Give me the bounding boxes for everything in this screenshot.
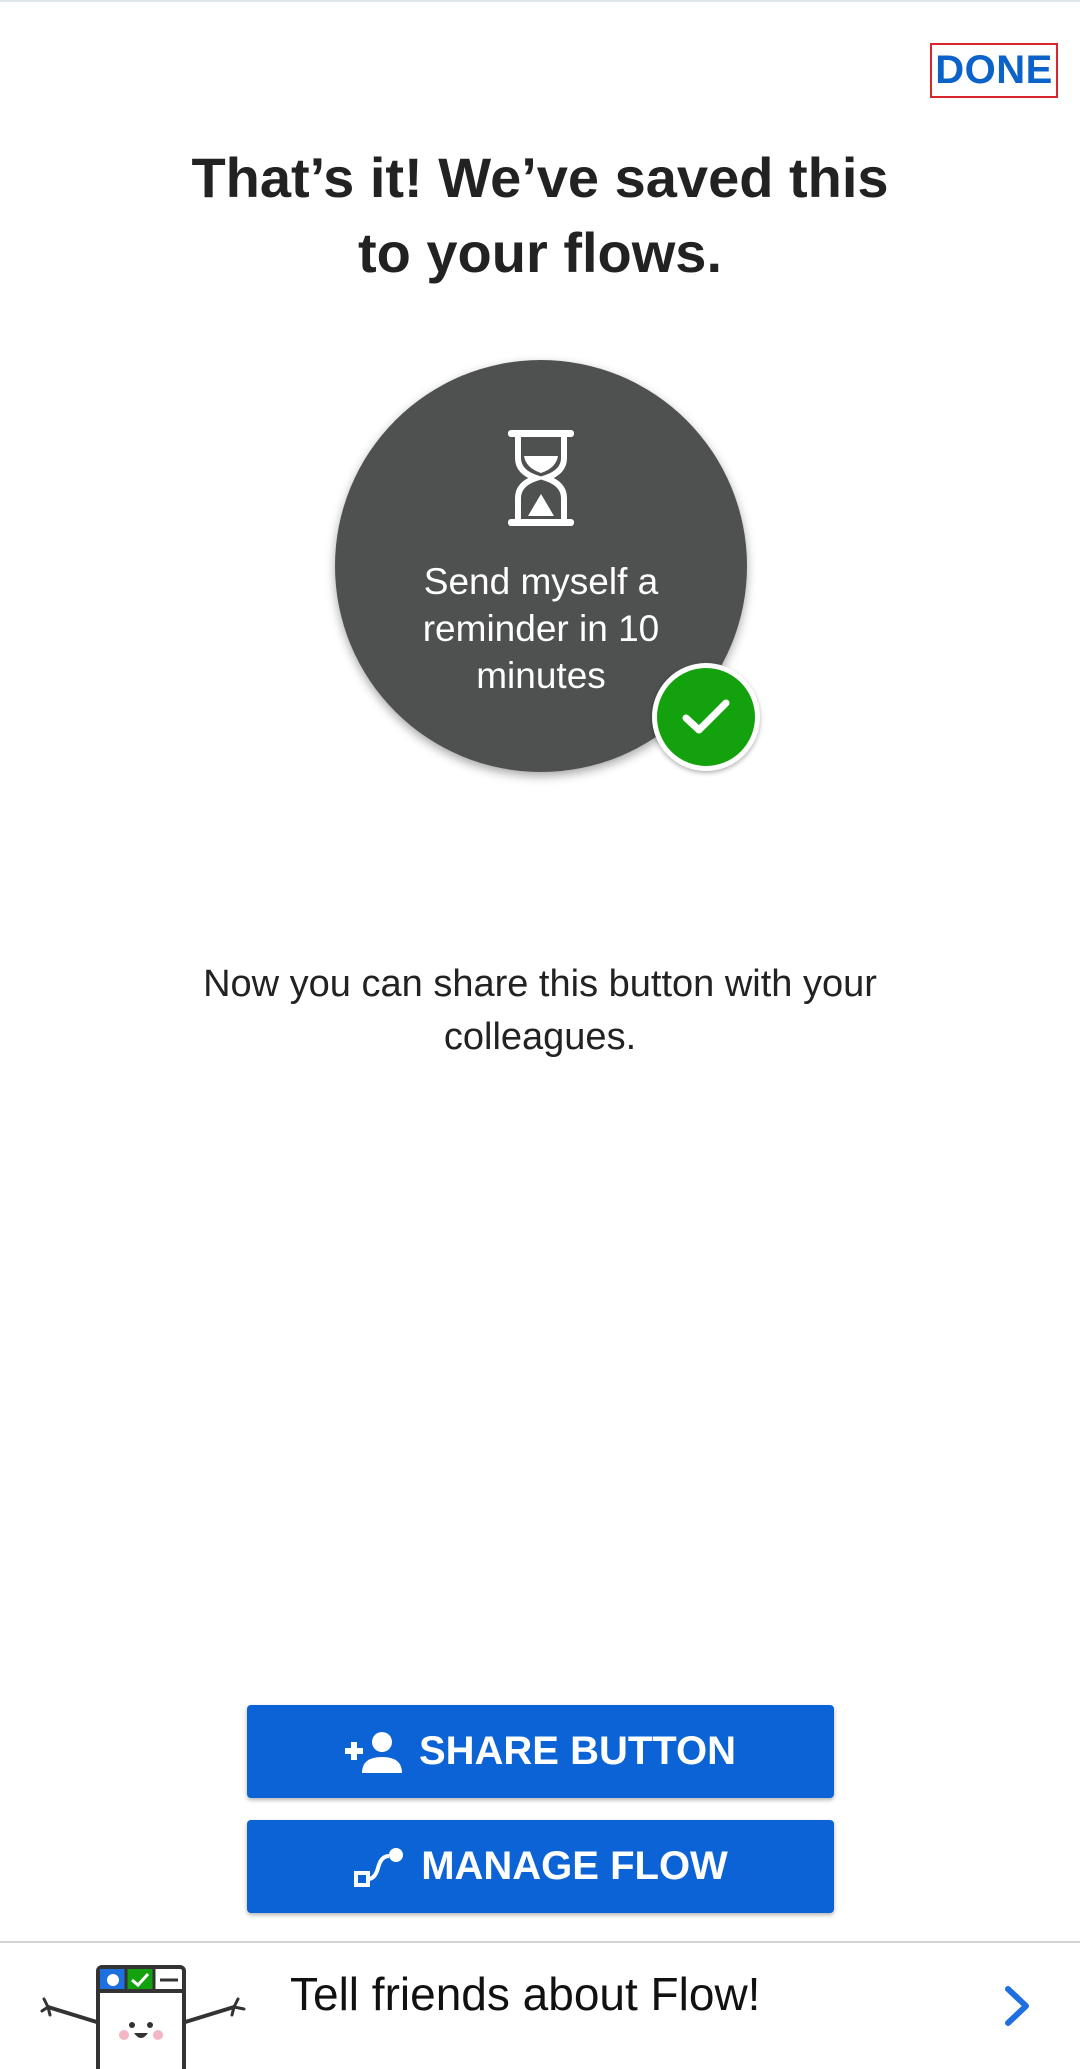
screen: DONE That’s it! We’ve saved this to your… xyxy=(0,0,1080,2069)
share-message-line-1: Now you can share this button with your xyxy=(203,963,877,1005)
title-line-1: That’s it! We’ve saved this xyxy=(191,146,889,209)
done-button[interactable]: DONE xyxy=(930,43,1058,98)
page-title: That’s it! We’ve saved this to your flow… xyxy=(140,140,940,290)
flow-mascot-illustration xyxy=(40,1965,246,2069)
manage-flow-button-label: MANAGE FLOW xyxy=(421,1844,728,1888)
title-line-2: to your flows. xyxy=(358,221,722,284)
success-badge xyxy=(652,663,760,771)
top-divider xyxy=(0,0,1080,2)
hourglass-icon xyxy=(508,430,574,526)
flow-icon xyxy=(354,1847,404,1887)
chevron-right-icon[interactable] xyxy=(1000,1983,1034,2029)
share-message-line-2: colleagues. xyxy=(443,1016,637,1058)
share-message: Now you can share this button with your … xyxy=(140,958,940,1064)
flow-button-label: Send myself a reminder in 10 minutes xyxy=(370,558,712,699)
share-button[interactable]: SHARE BUTTON xyxy=(247,1705,834,1798)
tell-friends-banner[interactable]: Tell friends about Flow! xyxy=(0,1941,1080,2069)
checkmark-icon xyxy=(682,699,730,734)
tell-friends-text: Tell friends about Flow! xyxy=(290,1968,761,2020)
add-person-icon xyxy=(344,1731,402,1773)
manage-flow-button[interactable]: MANAGE FLOW xyxy=(247,1820,834,1913)
flow-label-line-1: Send myself a xyxy=(423,561,659,602)
flow-label-line-2: reminder in 10 xyxy=(422,608,660,649)
share-button-label: SHARE BUTTON xyxy=(418,1729,737,1773)
